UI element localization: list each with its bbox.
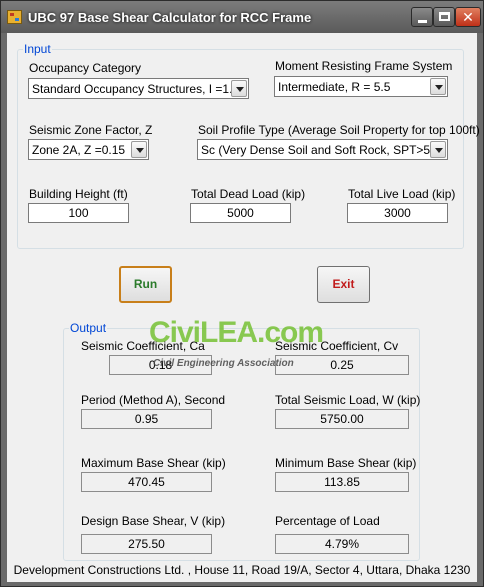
period-label: Period (Method A), Second — [81, 393, 226, 407]
max-shear-label: Maximum Base Shear (kip) — [81, 456, 226, 470]
minimize-icon — [418, 20, 427, 23]
occupancy-label: Occupancy Category — [29, 61, 142, 75]
soil-profile-select[interactable]: Sc (Very Dense Soil and Soft Rock, SPT>5… — [197, 139, 448, 160]
live-load-label: Total Live Load (kip) — [348, 187, 456, 201]
live-load-input[interactable]: 3000 — [347, 203, 448, 223]
cv-output: 0.25 — [275, 355, 409, 375]
min-shear-label: Minimum Base Shear (kip) — [275, 456, 417, 470]
app-window: UBC 97 Base Shear Calculator for RCC Fra… — [0, 0, 484, 587]
close-icon: ✕ — [462, 9, 474, 25]
min-shear-output: 113.85 — [275, 472, 409, 492]
soil-profile-label: Soil Profile Type (Average Soil Property… — [198, 123, 480, 137]
app-icon — [7, 10, 22, 24]
chevron-down-icon[interactable] — [231, 80, 247, 97]
client-area: Input Occupancy Category Standard Occupa… — [7, 33, 480, 582]
frame-system-value: Intermediate, R = 5.5 — [278, 80, 391, 94]
ca-label: Seismic Coefficient, Ca — [81, 339, 205, 353]
title-bar[interactable]: UBC 97 Base Shear Calculator for RCC Fra… — [1, 1, 483, 33]
seismic-load-label: Total Seismic Load, W (kip) — [275, 393, 421, 407]
seismic-zone-select[interactable]: Zone 2A, Z =0.15 — [28, 139, 149, 160]
building-height-label: Building Height (ft) — [29, 187, 128, 201]
exit-button[interactable]: Exit — [317, 266, 370, 303]
maximize-button[interactable] — [433, 7, 455, 27]
soil-profile-value: Sc (Very Dense Soil and Soft Rock, SPT>5… — [201, 143, 441, 157]
design-shear-output: 275.50 — [81, 534, 212, 554]
run-button[interactable]: Run — [119, 266, 172, 303]
seismic-zone-value: Zone 2A, Z =0.15 — [32, 143, 126, 157]
maximize-icon — [439, 12, 450, 21]
occupancy-select[interactable]: Standard Occupancy Structures, I =1.00 — [28, 78, 249, 99]
occupancy-value: Standard Occupancy Structures, I =1.00 — [32, 82, 246, 96]
dead-load-label: Total Dead Load (kip) — [191, 187, 306, 201]
footer-text: Development Constructions Ltd. , House 1… — [13, 563, 471, 577]
chevron-down-icon[interactable] — [131, 141, 147, 158]
chevron-down-icon[interactable] — [430, 141, 446, 158]
percentage-output: 4.79% — [275, 534, 409, 554]
close-button[interactable]: ✕ — [455, 7, 481, 27]
building-height-input[interactable]: 100 — [28, 203, 129, 223]
design-shear-label: Design Base Shear, V (kip) — [81, 514, 226, 528]
chevron-down-icon[interactable] — [430, 78, 446, 95]
output-group-label: Output — [69, 321, 108, 335]
percentage-label: Percentage of Load — [275, 514, 380, 528]
input-group-label: Input — [23, 42, 52, 56]
seismic-load-output: 5750.00 — [275, 409, 409, 429]
period-output: 0.95 — [81, 409, 212, 429]
dead-load-input[interactable]: 5000 — [190, 203, 291, 223]
ca-output: 0.18 — [109, 355, 212, 375]
max-shear-output: 470.45 — [81, 472, 212, 492]
frame-system-label: Moment Resisting Frame System — [275, 59, 453, 73]
window-title: UBC 97 Base Shear Calculator for RCC Fra… — [28, 10, 312, 25]
frame-system-select[interactable]: Intermediate, R = 5.5 — [274, 76, 448, 97]
cv-label: Seismic Coefficient, Cv — [275, 339, 399, 353]
seismic-zone-label: Seismic Zone Factor, Z — [29, 123, 153, 137]
minimize-button[interactable] — [411, 7, 433, 27]
